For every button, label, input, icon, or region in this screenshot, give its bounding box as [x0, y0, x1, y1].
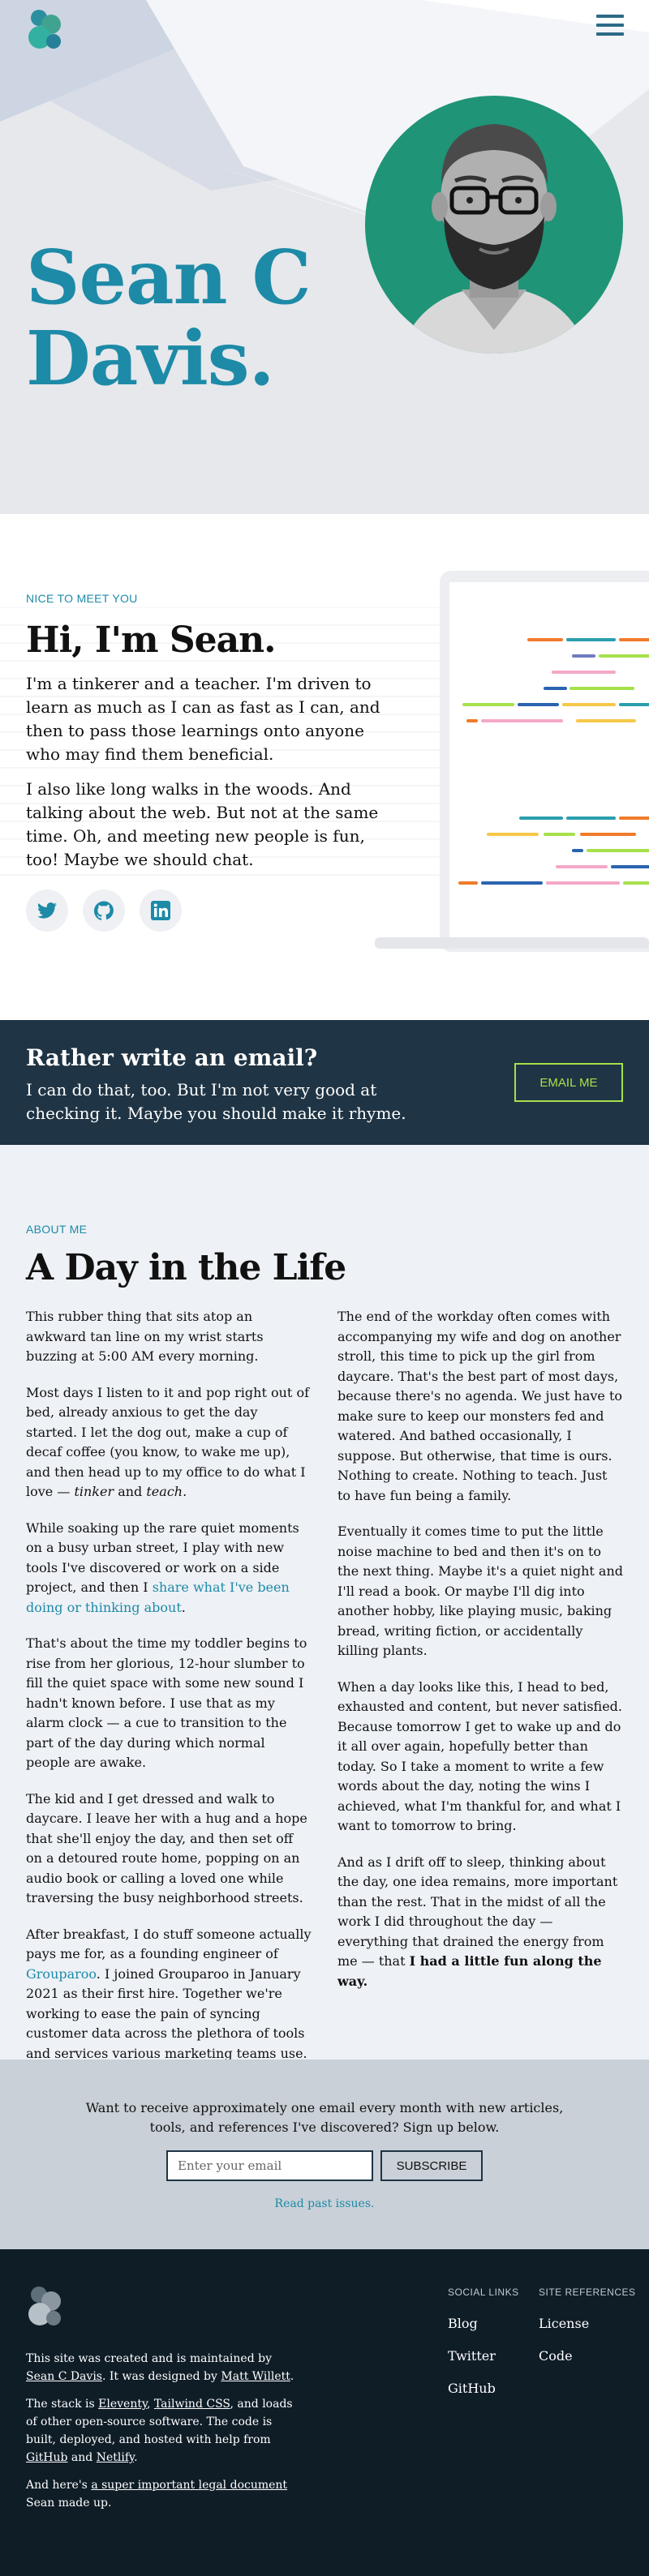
about-eyebrow: ABOUT ME	[26, 1223, 88, 1236]
subscribe-button[interactable]: SUBSCRIBE	[380, 2150, 483, 2181]
hero-name: Sean C Davis.	[26, 234, 312, 402]
github-footer-link[interactable]: GitHub	[26, 2451, 67, 2464]
twitter-icon	[37, 902, 57, 919]
footer-link-blog[interactable]: Blog	[448, 2316, 478, 2331]
github-link[interactable]	[83, 889, 125, 932]
about-paragraph: That's about the time my toddler begins …	[26, 1635, 307, 1770]
footer: This site was created and is maintained …	[0, 2249, 649, 2576]
intro-content: NICE TO MEET YOU Hi, I'm Sean. I'm a tin…	[26, 592, 399, 932]
menu-bar	[596, 32, 624, 36]
email-input[interactable]	[166, 2150, 373, 2181]
github-icon	[94, 901, 114, 920]
about-paragraph: Eventually it comes time to put the litt…	[337, 1524, 624, 1658]
legal-document-link[interactable]: a super important legal document	[91, 2479, 287, 2492]
intro-heading: Hi, I'm Sean.	[26, 619, 276, 661]
laptop-code-illustration	[375, 571, 649, 952]
email-me-button[interactable]: EMAIL ME	[514, 1063, 623, 1102]
grouparoo-link[interactable]: Grouparoo	[26, 1966, 97, 1982]
about-section: ABOUT ME A Day in the Life This rubber t…	[0, 1145, 649, 2061]
footer-credits: This site was created and is maintained …	[26, 2352, 294, 2383]
twitter-link[interactable]	[26, 889, 68, 932]
newsletter-section: Want to receive approximately one email …	[0, 2060, 649, 2249]
newsletter-message: Want to receive approximately one email …	[85, 2100, 564, 2135]
footer-legal: And here's a super important legal docum…	[26, 2479, 288, 2510]
about-heading: A Day in the Life	[26, 1247, 346, 1288]
menu-bar	[596, 24, 624, 27]
hero-name-line1: Sean C	[26, 234, 312, 321]
about-paragraph: The end of the workday often comes with …	[337, 1309, 623, 1503]
about-paragraph: And as I drift off to sleep, thinking ab…	[337, 1854, 618, 1989]
matt-willett-link[interactable]: Matt Willett	[221, 2370, 290, 2383]
linkedin-icon	[151, 901, 170, 920]
tailwind-link[interactable]: Tailwind CSS	[154, 2398, 230, 2411]
intro-section: NICE TO MEET YOU Hi, I'm Sean. I'm a tin…	[0, 514, 649, 1020]
circles-logo-icon[interactable]	[26, 2285, 63, 2329]
about-paragraph: The kid and I get dressed and walk to da…	[26, 1790, 307, 1906]
footer-stack: The stack is Eleventy, Tailwind CSS, and…	[26, 2398, 293, 2464]
sean-link[interactable]: Sean C Davis	[26, 2370, 102, 2383]
hero-section: Sean C Davis.	[0, 0, 649, 514]
intro-paragraph: I'm a tinkerer and a teacher. I'm driven…	[26, 674, 380, 764]
about-paragraph: When a day looks like this, I head to be…	[337, 1678, 623, 1834]
social-links	[26, 889, 399, 932]
footer-link-license[interactable]: License	[539, 2316, 589, 2331]
email-cta-text: I can do that, too. But I'm not very goo…	[26, 1080, 406, 1123]
eleventy-link[interactable]: Eleventy	[98, 2398, 147, 2411]
about-paragraph: After breakfast, I do stuff someone actu…	[26, 1926, 312, 2061]
about-paragraph: While soaking up the rare quiet moments …	[26, 1519, 299, 1615]
email-cta-heading: Rather write an email?	[26, 1044, 318, 1071]
circles-logo-icon[interactable]	[26, 8, 63, 52]
about-paragraph: Most days I listen to it and pop right o…	[26, 1384, 309, 1500]
site-references-heading: SITE REFERENCES	[539, 2287, 636, 2298]
intro-paragraph: I also like long walks in the woods. And…	[26, 779, 379, 869]
email-cta-section: Rather write an email? I can do that, to…	[0, 1020, 649, 1145]
footer-link-twitter[interactable]: Twitter	[448, 2348, 496, 2364]
social-links-heading: SOCIAL LINKS	[448, 2287, 519, 2298]
read-past-issues-link[interactable]: Read past issues.	[0, 2197, 649, 2210]
footer-link-code[interactable]: Code	[539, 2348, 573, 2364]
hamburger-menu-icon[interactable]	[596, 15, 624, 41]
footer-link-github[interactable]: GitHub	[448, 2381, 496, 2396]
about-column-right: The end of the workday often comes with …	[337, 1307, 623, 2008]
intro-eyebrow: NICE TO MEET YOU	[26, 592, 138, 605]
hero-name-line2: Davis.	[26, 315, 275, 402]
profile-photo	[365, 96, 623, 354]
about-column-left: This rubber thing that sits atop an awkw…	[26, 1307, 312, 2080]
netlify-link[interactable]: Netlify	[97, 2451, 134, 2464]
linkedin-link[interactable]	[140, 889, 182, 932]
about-paragraph: This rubber thing that sits atop an awkw…	[26, 1309, 264, 1364]
menu-bar	[596, 15, 624, 18]
